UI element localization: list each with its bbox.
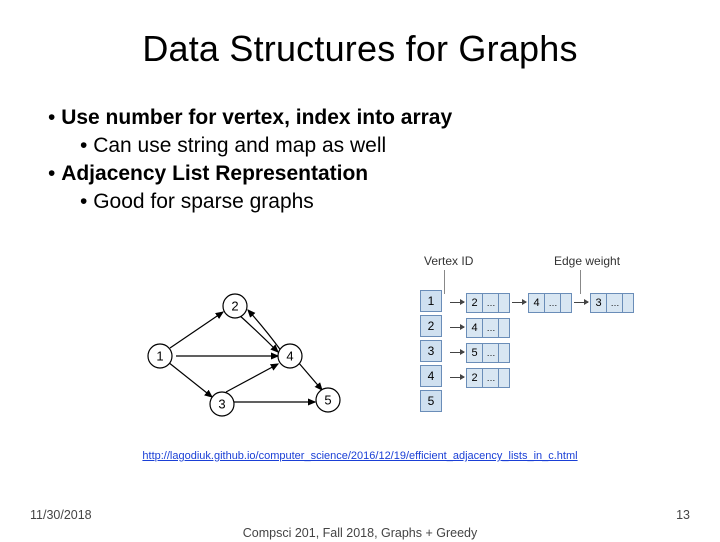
vertex-box: 1 [420, 290, 442, 312]
vertex-2: 2 [223, 294, 247, 318]
label-vertex-id: Vertex ID [424, 254, 473, 268]
source-link[interactable]: http://lagodiuk.github.io/computer_scien… [142, 450, 577, 462]
adj-row: 5 [420, 390, 634, 415]
bullet-l1: Adjacency List Representation [48, 160, 720, 188]
bullet-list: Use number for vertex, index into array … [48, 104, 720, 216]
edge-box: 5… [466, 343, 510, 363]
vertex-1: 1 [148, 344, 172, 368]
vertex-box: 4 [420, 365, 442, 387]
bullet-l2: Good for sparse graphs [80, 188, 720, 216]
svg-text:3: 3 [218, 397, 225, 412]
edge-box: 2… [466, 368, 510, 388]
svg-text:2: 2 [231, 299, 238, 314]
graph-diagram: 1 2 3 4 5 [130, 282, 370, 432]
vertex-box: 2 [420, 315, 442, 337]
vertex-5: 5 [316, 388, 340, 412]
edge-box: 4… [528, 293, 572, 313]
edge-box: 2… [466, 293, 510, 313]
source-link-row: http://lagodiuk.github.io/computer_scien… [0, 450, 720, 462]
vertex-3: 3 [210, 392, 234, 416]
adj-row: 1 2… 4… 3… [420, 290, 634, 315]
vertex-box: 5 [420, 390, 442, 412]
footer-date: 11/30/2018 [30, 508, 92, 522]
svg-text:4: 4 [286, 349, 293, 364]
edge-box: 3… [590, 293, 634, 313]
label-edge-weight: Edge weight [554, 254, 620, 268]
footer-page: 13 [676, 508, 690, 522]
adjacency-list: 1 2… 4… 3… 2 4… 3 5… 4 [420, 290, 634, 415]
adj-row: 4 2… [420, 365, 634, 390]
slide-title: Data Structures for Graphs [0, 0, 720, 70]
svg-text:5: 5 [324, 393, 331, 408]
diagram-area: 1 2 3 4 5 Vertex ID Edge weight 1 2… 4… … [0, 246, 720, 436]
footer-course: Compsci 201, Fall 2018, Graphs + Greedy [0, 526, 720, 542]
bullet-l1: Use number for vertex, index into array [48, 104, 720, 132]
adj-row: 2 4… [420, 315, 634, 340]
adj-row: 3 5… [420, 340, 634, 365]
vertex-4: 4 [278, 344, 302, 368]
svg-text:1: 1 [156, 349, 163, 364]
vertex-box: 3 [420, 340, 442, 362]
edge-box: 4… [466, 318, 510, 338]
bullet-l2: Can use string and map as well [80, 132, 720, 160]
